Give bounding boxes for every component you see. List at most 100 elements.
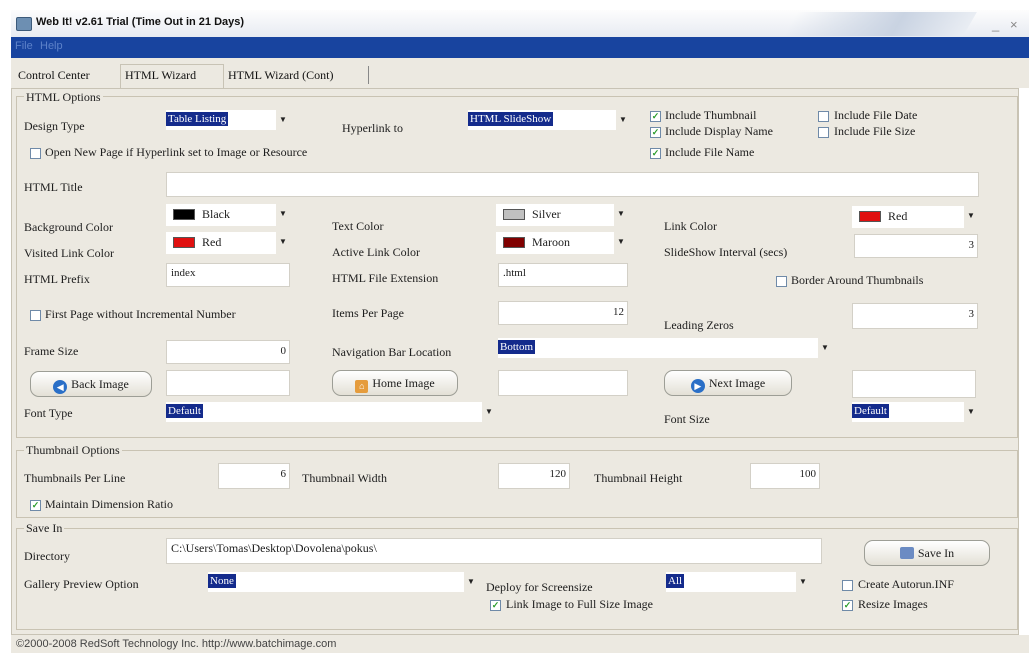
- menu-file[interactable]: File: [15, 40, 33, 52]
- design-type-select[interactable]: Table Listing ▼: [166, 110, 290, 130]
- font-type-select[interactable]: Default ▼: [166, 402, 496, 422]
- include-thumbnail-checkbox[interactable]: ✓: [650, 111, 661, 122]
- background-color-swatch: [173, 209, 195, 220]
- maintain-ratio-checkbox[interactable]: ✓: [30, 500, 41, 511]
- include-display-name-label: Include Display Name: [665, 124, 773, 138]
- active-link-color-label: Active Link Color: [332, 245, 420, 259]
- border-around-thumbnails-checkbox[interactable]: [776, 276, 787, 287]
- thumbnail-options-legend: Thumbnail Options: [24, 443, 122, 458]
- back-image-input[interactable]: [166, 370, 290, 396]
- link-color-select[interactable]: Red ▼: [852, 206, 978, 228]
- thumbnail-width-input[interactable]: 120: [498, 463, 570, 489]
- html-prefix-input[interactable]: index: [166, 263, 290, 287]
- gallery-preview-value: None: [208, 574, 236, 588]
- chevron-down-icon[interactable]: ▼: [276, 204, 290, 226]
- home-image-button[interactable]: ⌂ Home Image: [332, 370, 458, 396]
- chevron-down-icon[interactable]: ▼: [276, 232, 290, 254]
- create-autorun-checkbox[interactable]: [842, 580, 853, 591]
- home-icon: ⌂: [355, 380, 369, 393]
- active-link-color-value: Maroon: [532, 235, 570, 249]
- include-file-date-checkbox[interactable]: [818, 111, 829, 122]
- link-color-value: Red: [888, 209, 908, 223]
- visited-link-color-select[interactable]: Red ▼: [166, 232, 290, 254]
- thumbnails-per-line-input[interactable]: 6: [218, 463, 290, 489]
- html-options-legend: HTML Options: [24, 90, 103, 105]
- link-full-size-checkbox[interactable]: ✓: [490, 600, 501, 611]
- deploy-for-screensize-label: Deploy for Screensize: [486, 580, 593, 594]
- app-icon: [16, 17, 32, 31]
- text-color-select[interactable]: Silver ▼: [496, 204, 628, 226]
- link-color-swatch: [859, 211, 881, 222]
- back-image-button[interactable]: ◀ Back Image: [30, 371, 152, 397]
- html-title-input[interactable]: [166, 172, 979, 197]
- include-thumbnail-label: Include Thumbnail: [665, 108, 757, 122]
- close-button[interactable]: ×: [1010, 17, 1018, 32]
- chevron-down-icon[interactable]: ▼: [964, 402, 978, 422]
- tab-control-center[interactable]: Control Center: [18, 68, 90, 83]
- save-in-legend: Save In: [24, 521, 65, 536]
- navigation-bar-location-select[interactable]: Bottom ▼: [498, 338, 832, 358]
- active-link-color-select[interactable]: Maroon ▼: [496, 232, 628, 254]
- design-type-value: Table Listing: [166, 112, 229, 126]
- include-display-name-checkbox[interactable]: ✓: [650, 127, 661, 138]
- visited-link-color-value: Red: [202, 235, 222, 249]
- minimize-button[interactable]: _: [992, 17, 999, 32]
- leading-zeros-label: Leading Zeros: [664, 318, 734, 332]
- border-around-thumbnails-label: Border Around Thumbnails: [791, 273, 924, 287]
- menu-help[interactable]: Help: [40, 40, 63, 52]
- include-file-size-label: Include File Size: [834, 124, 916, 138]
- link-full-size-label: Link Image to Full Size Image: [506, 597, 653, 611]
- chevron-down-icon[interactable]: ▼: [818, 338, 832, 358]
- html-prefix-label: HTML Prefix: [24, 272, 90, 286]
- include-file-size-checkbox[interactable]: [818, 127, 829, 138]
- font-size-select[interactable]: Default ▼: [852, 402, 978, 422]
- deploy-for-screensize-select[interactable]: All ▼: [666, 572, 810, 592]
- gallery-preview-select[interactable]: None ▼: [208, 572, 478, 592]
- background-color-value: Black: [202, 207, 230, 221]
- back-image-label: Back Image: [71, 377, 129, 391]
- chevron-down-icon[interactable]: ▼: [276, 110, 290, 130]
- thumbnail-width-label: Thumbnail Width: [302, 471, 387, 485]
- arrow-right-icon: ▶: [690, 379, 705, 393]
- chevron-down-icon[interactable]: ▼: [614, 232, 628, 254]
- tab-html-wizard[interactable]: HTML Wizard: [125, 68, 196, 83]
- font-type-value: Default: [166, 404, 203, 418]
- chevron-down-icon[interactable]: ▼: [614, 204, 628, 226]
- first-page-without-number-checkbox[interactable]: [30, 310, 41, 321]
- slideshow-interval-label: SlideShow Interval (secs): [664, 245, 788, 259]
- html-file-extension-input[interactable]: .html: [498, 263, 628, 287]
- open-new-page-checkbox[interactable]: [30, 148, 41, 159]
- frame-size-label: Frame Size: [24, 344, 79, 358]
- include-file-name-checkbox[interactable]: ✓: [650, 148, 661, 159]
- save-icon: [899, 547, 914, 559]
- html-title-label: HTML Title: [24, 180, 83, 194]
- slideshow-interval-input[interactable]: 3: [854, 234, 978, 258]
- status-text: ©2000-2008 RedSoft Technology Inc. http:…: [16, 638, 337, 650]
- include-file-name-label: Include File Name: [665, 145, 755, 159]
- maintain-ratio-label: Maintain Dimension Ratio: [45, 497, 173, 511]
- items-per-page-input[interactable]: 12: [498, 301, 628, 325]
- thumbnail-height-input[interactable]: 100: [750, 463, 820, 489]
- chevron-down-icon[interactable]: ▼: [964, 206, 978, 228]
- chevron-down-icon[interactable]: ▼: [464, 572, 478, 592]
- deploy-for-screensize-value: All: [666, 574, 685, 588]
- resize-images-checkbox[interactable]: ✓: [842, 600, 853, 611]
- next-image-input[interactable]: [852, 370, 976, 398]
- frame-size-input[interactable]: 0: [166, 340, 290, 364]
- tab-divider: [368, 66, 369, 84]
- home-image-input[interactable]: [498, 370, 628, 396]
- chevron-down-icon[interactable]: ▼: [482, 402, 496, 422]
- save-in-button[interactable]: Save In: [864, 540, 990, 566]
- directory-input[interactable]: C:\Users\Tomas\Desktop\Dovolena\pokus\: [166, 538, 822, 564]
- background-color-select[interactable]: Black ▼: [166, 204, 290, 226]
- chevron-down-icon[interactable]: ▼: [616, 110, 630, 130]
- tab-html-wizard-cont[interactable]: HTML Wizard (Cont): [228, 68, 334, 83]
- font-size-label: Font Size: [664, 412, 710, 426]
- next-image-button[interactable]: ▶ Next Image: [664, 370, 792, 396]
- hyperlink-to-select[interactable]: HTML SlideShow ▼: [468, 110, 630, 130]
- hyperlink-to-label: Hyperlink to: [342, 121, 403, 135]
- chevron-down-icon[interactable]: ▼: [796, 572, 810, 592]
- leading-zeros-input[interactable]: 3: [852, 303, 978, 329]
- visited-link-color-label: Visited Link Color: [24, 246, 114, 260]
- directory-label: Directory: [24, 549, 70, 563]
